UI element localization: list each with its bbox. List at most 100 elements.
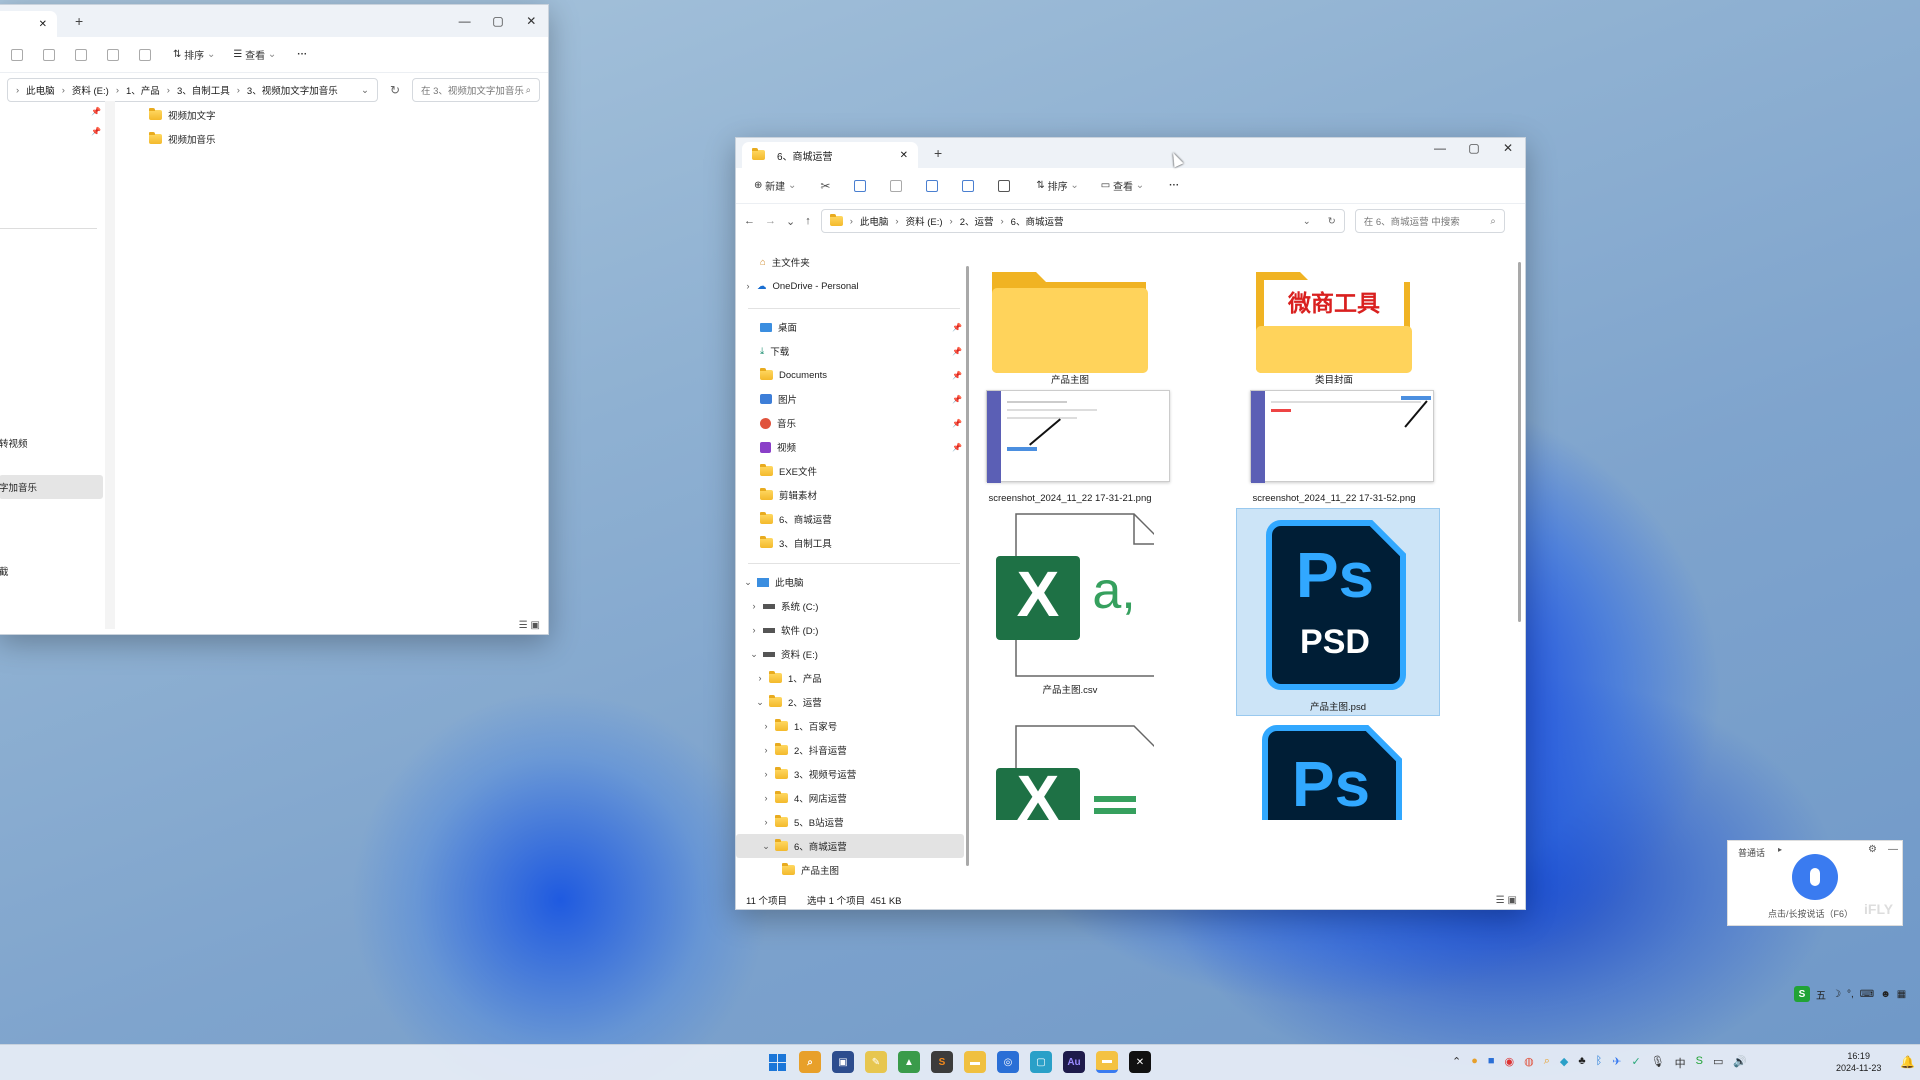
notes-app-icon[interactable]: ✎ [865,1051,887,1073]
tray-app-icon[interactable]: ● [1471,1055,1478,1071]
crumb[interactable]: 1、产品 [126,83,160,97]
sidebar-item-selected[interactable]: 字加音乐 [0,475,103,499]
tray-app-icon[interactable]: ♣ [1578,1055,1585,1071]
nav-product[interactable]: › 1、产品 [736,666,968,690]
back-arrow-icon[interactable]: ← [744,215,755,227]
more-button[interactable]: ··· [288,42,316,68]
crumb[interactable]: 此电脑 [26,83,55,97]
voice-mode-label[interactable]: 普通话 [1738,846,1765,859]
nav-videos[interactable]: 视频 📌 [736,435,968,459]
save-app-icon[interactable]: ▣ [832,1051,854,1073]
minimize-button[interactable]: — [448,5,481,37]
nav-eshop[interactable]: › 4、网店运营 [736,786,968,810]
chevron-right-icon[interactable]: › [760,793,772,803]
share-icon[interactable] [962,179,975,192]
chevron-right-icon[interactable]: › [760,769,772,779]
view-button[interactable]: ▭ 查看 ⌄ [1095,173,1150,199]
right-breadcrumb[interactable]: › 此电脑 › 资料 (E:) › 2、运营 › 6、商城运营 ⌄ ↻ [820,209,1345,233]
file-tile-selected[interactable]: Ps PSD 产品主图.psd [1236,508,1440,716]
close-icon[interactable]: ✕ [39,19,47,30]
refresh-icon[interactable]: ↻ [1328,216,1336,227]
left-tab[interactable]: ✕ [0,11,57,37]
volume-icon[interactable]: 🔊 [1733,1055,1747,1071]
chevron-down-icon[interactable]: ⌄ [754,697,766,708]
window-app-icon[interactable]: ▢ [1030,1051,1052,1073]
nav-bilibili[interactable]: › 5、B站运营 [736,810,968,834]
sort-button[interactable]: ⇅ 排序 ⌄ [1030,173,1084,199]
chevron-down-icon[interactable]: ⌄ [760,841,772,852]
tab-shop-ops[interactable]: 6、商城运营 ✕ [742,142,918,168]
sidebar-item[interactable]: 截 [0,559,105,583]
minimize-icon[interactable]: — [1888,844,1898,855]
nav-pictures[interactable]: 图片 📌 [736,387,968,411]
chevron-right-icon[interactable]: › [760,745,772,755]
nav-drive-d[interactable]: › 软件 (D:) [736,618,968,642]
rename-icon[interactable] [75,48,87,61]
file-tile[interactable]: screenshot_2024_11_22 17-31-52.png [1250,390,1434,504]
chevron-down-icon[interactable]: ⌄ [1303,216,1311,227]
chevron-right-icon[interactable]: › [748,601,760,611]
copy-icon[interactable] [11,48,23,61]
start-button[interactable] [766,1051,788,1073]
content-scrollbar[interactable] [1518,262,1521,622]
sidebar-item[interactable]: 转视频 [0,431,99,455]
sublime-app-icon[interactable]: S [931,1051,953,1073]
nav-this-pc[interactable]: ⌄ 此电脑 [736,570,968,594]
paste-icon[interactable] [890,179,903,192]
crumb[interactable]: 资料 (E:) [906,214,943,228]
folder-app-icon[interactable]: ▬ [964,1051,986,1073]
new-tab-button[interactable]: + [934,145,942,161]
nav-exe[interactable]: EXE文件 [736,459,968,483]
close-icon[interactable]: ✕ [900,150,908,161]
forward-arrow-icon[interactable]: → [765,215,776,227]
ime-toolbar[interactable]: S 五 ☽ °, ⌨ ☻ ▦ [1794,984,1920,1004]
crumb[interactable]: 此电脑 [860,214,889,228]
view-button[interactable]: ☰ 查看 ⌄ [227,42,282,68]
tray-app-icon[interactable]: ■ [1488,1055,1495,1071]
view-toggle[interactable]: ☰ ▣ [519,620,540,631]
nav-home[interactable]: ⌂ 主文件夹 [736,250,968,274]
image-app-icon[interactable]: ▲ [898,1051,920,1073]
capcut-app-icon[interactable]: ✕ [1129,1051,1151,1073]
file-tile[interactable]: screenshot_2024_11_22 17-31-21.png [986,390,1170,504]
chevron-down-icon[interactable]: ⌄ [786,215,795,228]
maximize-button[interactable]: ▢ [481,5,514,37]
explorer-app-icon[interactable]: ▬ [1096,1051,1118,1073]
nav-desktop[interactable]: 桌面 📌 [736,315,968,339]
left-breadcrumb[interactable]: › 此电脑 › 资料 (E:) › 1、产品 › 3、自制工具 › 3、视频加文字加音乐… [7,78,378,102]
nav-drive-e[interactable]: ⌄ 资料 (E:) [736,642,968,666]
audition-app-icon[interactable]: Au [1063,1051,1085,1073]
notification-icon[interactable]: 🔔 [1900,1055,1915,1069]
refresh-icon[interactable]: ↻ [390,83,400,97]
chat-app-icon[interactable]: ◎ [997,1051,1019,1073]
file-tile-partial[interactable]: X [986,720,1165,834]
tray-app-icon[interactable]: ◍ [1524,1055,1534,1071]
minimize-button[interactable]: — [1423,138,1457,158]
cut-icon[interactable]: ✂ [820,179,830,193]
nav-downloads[interactable]: ⤓ 下载 📌 [736,339,968,363]
chevron-down-icon[interactable]: ⌄ [361,85,369,96]
file-tile[interactable]: 微商工具 类目封面 [1250,258,1418,386]
nav-douyin[interactable]: › 2、抖音运营 [736,738,968,762]
maximize-button[interactable]: ▢ [1457,138,1491,158]
chevron-right-icon[interactable]: ▸ [1778,845,1782,854]
file-tile-partial[interactable]: Ps [1250,720,1418,843]
bluetooth-icon[interactable]: ᛒ [1596,1055,1603,1071]
copy-icon[interactable] [854,179,867,192]
microphone-button[interactable] [1792,854,1838,900]
delete-icon[interactable] [998,179,1011,192]
close-window-button[interactable]: ✕ [515,5,548,37]
gear-icon[interactable]: ⚙ [1868,844,1877,855]
list-item[interactable]: 视频加文字 [149,103,216,127]
nav-drive-c[interactable]: › 系统 (C:) [736,594,968,618]
sort-button[interactable]: ⇅ 排序 ⌄ [167,42,221,68]
delete-icon[interactable] [139,48,151,61]
microphone-icon[interactable]: 🎙 [1651,1055,1665,1071]
chevron-down-icon[interactable]: ⌄ [748,649,760,660]
chevron-right-icon[interactable]: › [748,625,760,635]
chevron-right-icon[interactable]: › [742,281,754,291]
nav-music[interactable]: 音乐 📌 [736,411,968,435]
tray-app-icon[interactable]: S [1696,1055,1703,1071]
clock[interactable]: 16:19 2024-11-23 [1836,1050,1881,1074]
chevron-down-icon[interactable]: ⌄ [742,577,754,588]
